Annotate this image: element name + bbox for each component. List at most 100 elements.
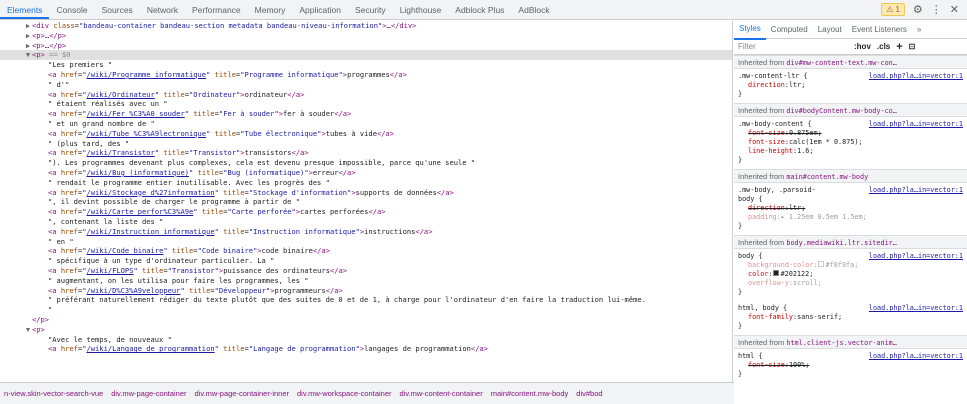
- expand-right-icon[interactable]: ▶: [24, 21, 32, 31]
- color-swatch-icon[interactable]: [817, 261, 824, 267]
- css-source-link[interactable]: load.php?la…in=vector:1: [869, 252, 963, 261]
- css-property[interactable]: padding: ▸ 1.25em 0.5em 1.5em;: [738, 213, 963, 222]
- gear-icon[interactable]: ⚙: [913, 0, 923, 20]
- css-property[interactable]: color: #202122;: [738, 270, 963, 279]
- tab-sources[interactable]: Sources: [95, 0, 140, 19]
- dom-node-line[interactable]: " et un grand nombre de ": [0, 119, 732, 129]
- class-toggle[interactable]: .cls: [877, 42, 890, 51]
- dom-node-line[interactable]: <a href="/wiki/Transistor" title="Transi…: [0, 148, 732, 158]
- css-selector[interactable]: body {: [738, 195, 763, 204]
- new-style-rule-button[interactable]: +: [896, 41, 902, 53]
- css-selector[interactable]: body {: [738, 252, 763, 261]
- css-selector[interactable]: .mw-content-ltr {: [738, 72, 808, 81]
- dom-node-line[interactable]: " étaient réalisés avec un ": [0, 99, 732, 109]
- css-property[interactable]: line-height: 1.6;: [738, 147, 963, 156]
- css-source-link[interactable]: load.php?la…in=vector:1: [869, 120, 963, 129]
- tab-lighthouse[interactable]: Lighthouse: [393, 0, 449, 19]
- tab-console[interactable]: Console: [49, 0, 94, 19]
- toggle-sidebar-icon[interactable]: ⊡: [909, 42, 916, 51]
- breadcrumb-item[interactable]: n-view.skin-vector-search-vue: [0, 389, 107, 398]
- tab-application[interactable]: Application: [292, 0, 348, 19]
- dom-node-line[interactable]: <a href="/wiki/Programme_informatique" t…: [0, 70, 732, 80]
- breadcrumb-item[interactable]: div.mw-content-container: [396, 389, 487, 398]
- dom-node-line[interactable]: <a href="/wiki/Instruction_informatique"…: [0, 227, 732, 237]
- dom-node-line[interactable]: ": [0, 305, 732, 315]
- dom-node-line[interactable]: ▶ <p>…</p>: [0, 41, 732, 51]
- warning-badge[interactable]: ⚠ 1: [881, 3, 905, 16]
- dom-node-line[interactable]: <a href="/wiki/Langage_de_programmation"…: [0, 344, 732, 354]
- dom-node-line[interactable]: <a href="/wiki/FLOPS" title="Transistor"…: [0, 266, 732, 276]
- dom-node-line[interactable]: ", il devint possible de charger le prog…: [0, 197, 732, 207]
- css-property[interactable]: direction: ltr;: [738, 81, 963, 90]
- dom-node-line[interactable]: <a href="/wiki/Stockage_d%27information"…: [0, 188, 732, 198]
- css-selector[interactable]: html {: [738, 352, 763, 361]
- inherited-selector-link[interactable]: div#bodyContent.mw-body-co…: [786, 107, 897, 115]
- css-selector[interactable]: .mw-body-content {: [738, 120, 812, 129]
- inherited-selector-link[interactable]: html.client-js.vector-anim…: [786, 339, 897, 347]
- tab-elements[interactable]: Elements: [0, 0, 50, 19]
- dom-node-line[interactable]: ", contenant la liste des ": [0, 217, 732, 227]
- dom-node-line[interactable]: ▼ <p>: [0, 325, 732, 335]
- dom-node-line[interactable]: " préférant naturellement rédiger du tex…: [0, 295, 732, 305]
- inherited-selector-link[interactable]: div#mw-content-text.mw-con…: [786, 59, 897, 67]
- styles-filter-input[interactable]: [738, 42, 848, 51]
- dom-node-line[interactable]: " rendait le programme entier inutilisab…: [0, 178, 732, 188]
- css-source-link[interactable]: load.php?la…in=vector:1: [869, 186, 963, 195]
- dom-node-line[interactable]: " spécifique à un type d'ordinateur part…: [0, 256, 732, 266]
- css-property[interactable]: background-color: #f8f9fa;: [738, 261, 963, 270]
- css-property[interactable]: font-size: 0.875em;: [738, 129, 963, 138]
- dom-node-line[interactable]: "Avec le temps, de nouveaux ": [0, 335, 732, 345]
- dom-node-line[interactable]: <a href="/wiki/Fer_%C3%A0_souder" title=…: [0, 109, 732, 119]
- css-property[interactable]: font-size: 100%;: [738, 361, 963, 370]
- css-property[interactable]: overflow-y: scroll;: [738, 279, 963, 288]
- inherited-selector-link[interactable]: body.mediawiki.ltr.sitedir…: [786, 239, 897, 247]
- color-swatch-icon[interactable]: [772, 270, 779, 276]
- hover-state-toggle[interactable]: :hov: [854, 42, 871, 51]
- dom-node-line[interactable]: "). Les programmes devenant plus complex…: [0, 158, 732, 168]
- dom-node-line[interactable]: "Les premiers ": [0, 60, 732, 70]
- css-property[interactable]: font-size: calc(1em * 0.875);: [738, 138, 963, 147]
- expand-down-icon[interactable]: ▼: [24, 325, 32, 335]
- css-selector[interactable]: html, body {: [738, 304, 787, 313]
- styles-tab-event-listeners[interactable]: Event Listeners: [847, 21, 912, 39]
- tab-network[interactable]: Network: [140, 0, 185, 19]
- dom-node-line[interactable]: <a href="/wiki/Carte_perfor%C3%A9e" titl…: [0, 207, 732, 217]
- breadcrumb-item[interactable]: main#content.mw-body: [487, 389, 573, 398]
- styles-tab-styles[interactable]: Styles: [734, 21, 766, 40]
- css-property[interactable]: direction: ltr;: [738, 204, 963, 213]
- tab-adblock[interactable]: AdBlock: [511, 0, 556, 19]
- dom-node-line[interactable]: <a href="/wiki/Tube_%C3%A9lectronique" t…: [0, 129, 732, 139]
- dom-node-line[interactable]: </p>: [0, 315, 732, 325]
- breadcrumb-item[interactable]: div.mw-workspace-container: [293, 389, 395, 398]
- dom-node-line[interactable]: " d'": [0, 80, 732, 90]
- inherited-selector-link[interactable]: main#content.mw-body: [786, 173, 868, 181]
- tab-performance[interactable]: Performance: [185, 0, 248, 19]
- kebab-menu-icon[interactable]: ⋮: [931, 0, 942, 20]
- dom-node-line[interactable]: <a href="/wiki/Bug_(informatique)" title…: [0, 168, 732, 178]
- close-icon[interactable]: ✕: [950, 0, 959, 20]
- css-source-link[interactable]: load.php?la…in=vector:1: [869, 72, 963, 81]
- styles-tab-layout[interactable]: Layout: [813, 21, 847, 39]
- dom-node-line[interactable]: <a href="/wiki/Code_binaire" title="Code…: [0, 246, 732, 256]
- css-selector[interactable]: .mw-body, .parsoid-: [738, 186, 816, 195]
- expand-right-icon[interactable]: ▶: [24, 31, 32, 41]
- styles-tab-computed[interactable]: Computed: [766, 21, 813, 39]
- expand-right-icon[interactable]: ▶: [24, 41, 32, 51]
- styles-tab-more[interactable]: »: [912, 21, 926, 39]
- dom-node-line[interactable]: ▶ <p>…</p>: [0, 31, 732, 41]
- dom-node-line[interactable]: <a href="/wiki/D%C3%A9veloppeur" title="…: [0, 286, 732, 296]
- dom-node-line[interactable]: ▼ <p> == $0: [0, 50, 732, 61]
- tab-security[interactable]: Security: [348, 0, 393, 19]
- dom-node-line[interactable]: " augmentant, on les utilisa pour faire …: [0, 276, 732, 286]
- tab-adblock-plus[interactable]: Adblock Plus: [448, 0, 511, 19]
- dom-node-line[interactable]: ▶ <div class="bandeau-container bandeau-s…: [0, 21, 732, 31]
- tab-memory[interactable]: Memory: [248, 0, 293, 19]
- css-source-link[interactable]: load.php?la…in=vector:1: [869, 304, 963, 313]
- dom-node-line[interactable]: " en ": [0, 237, 732, 247]
- css-source-link[interactable]: load.php?la…in=vector:1: [869, 352, 963, 361]
- breadcrumb-item[interactable]: div.mw-page-container-inner: [191, 389, 294, 398]
- dom-node-line[interactable]: <a href="/wiki/Ordinateur" title="Ordina…: [0, 90, 732, 100]
- expand-down-icon[interactable]: ▼: [24, 50, 32, 60]
- dom-node-line[interactable]: " (plus tard, des ": [0, 139, 732, 149]
- css-property[interactable]: font-family: sans-serif;: [738, 313, 963, 322]
